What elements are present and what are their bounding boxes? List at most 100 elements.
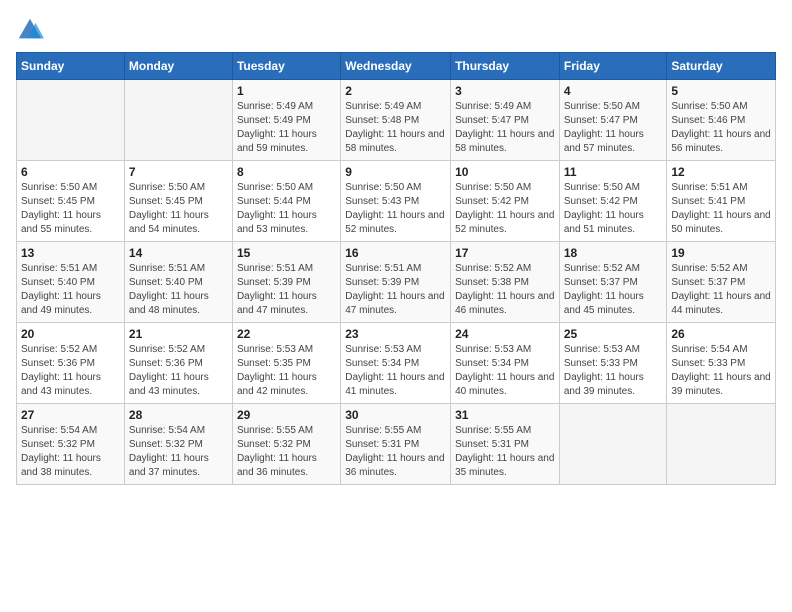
calendar-cell: 17 Sunrise: 5:52 AM Sunset: 5:38 PM Dayli…: [451, 242, 560, 323]
calendar-cell: 11Sunrise: 5:50 AM Sunset: 5:42 PM Dayli…: [559, 161, 667, 242]
calendar-cell: 5 Sunrise: 5:50 AM Sunset: 5:46 PM Daylig…: [667, 80, 776, 161]
calendar-cell: 7 Sunrise: 5:50 AM Sunset: 5:45 PM Daylig…: [124, 161, 232, 242]
day-detail: Sunrise: 5:51 AM Sunset: 5:40 PM Dayligh…: [129, 262, 228, 318]
day-detail: Sunrise: 5:49 AM Sunset: 5:48 PM Dayligh…: [345, 100, 446, 156]
calendar-cell: 1 Sunrise: 5:49 AM Sunset: 5:49 PM Daylig…: [232, 80, 340, 161]
day-number: 9: [345, 165, 446, 179]
calendar-cell: 29 Sunrise: 5:55 AM Sunset: 5:32 PM Dayli…: [232, 404, 340, 485]
calendar-body: 1 Sunrise: 5:49 AM Sunset: 5:49 PM Daylig…: [17, 80, 776, 485]
day-number: 28: [129, 408, 228, 422]
calendar-cell: 9 Sunrise: 5:50 AM Sunset: 5:43 PM Daylig…: [341, 161, 451, 242]
day-detail: Sunrise: 5:51 AM Sunset: 5:39 PM Dayligh…: [345, 262, 446, 318]
day-detail: Sunrise: 5:50 AM Sunset: 5:45 PM Dayligh…: [21, 181, 120, 237]
day-detail: Sunrise: 5:50 AM Sunset: 5:46 PM Dayligh…: [671, 100, 771, 156]
calendar-cell: 18 Sunrise: 5:52 AM Sunset: 5:37 PM Dayli…: [559, 242, 667, 323]
day-number: 16: [345, 246, 446, 260]
day-detail: Sunrise: 5:52 AM Sunset: 5:38 PM Dayligh…: [455, 262, 555, 318]
calendar-cell: 19 Sunrise: 5:52 AM Sunset: 5:37 PM Dayli…: [667, 242, 776, 323]
day-number: 3: [455, 84, 555, 98]
day-detail: Sunrise: 5:50 AM Sunset: 5:45 PM Dayligh…: [129, 181, 228, 237]
day-number: 26: [671, 327, 771, 341]
calendar-cell: 10 Sunrise: 5:50 AM Sunset: 5:42 PM Dayli…: [451, 161, 560, 242]
day-number: 25: [564, 327, 663, 341]
calendar-cell: 12 Sunrise: 5:51 AM Sunset: 5:41 PM Dayli…: [667, 161, 776, 242]
calendar-cell: 22Sunrise: 5:53 AM Sunset: 5:35 PM Dayli…: [232, 323, 340, 404]
day-detail: Sunrise: 5:52 AM Sunset: 5:37 PM Dayligh…: [671, 262, 771, 318]
calendar-week-1: 1 Sunrise: 5:49 AM Sunset: 5:49 PM Daylig…: [17, 80, 776, 161]
day-detail: Sunrise: 5:50 AM Sunset: 5:43 PM Dayligh…: [345, 181, 446, 237]
calendar-cell: 16 Sunrise: 5:51 AM Sunset: 5:39 PM Dayli…: [341, 242, 451, 323]
calendar-table: SundayMondayTuesdayWednesdayThursdayFrid…: [16, 52, 776, 485]
calendar-cell: 14 Sunrise: 5:51 AM Sunset: 5:40 PM Dayli…: [124, 242, 232, 323]
calendar-cell: 27 Sunrise: 5:54 AM Sunset: 5:32 PM Dayli…: [17, 404, 125, 485]
day-detail: Sunrise: 5:53 AM Sunset: 5:34 PM Dayligh…: [455, 343, 555, 399]
day-number: 29: [237, 408, 336, 422]
day-detail: Sunrise: 5:50 AM Sunset: 5:47 PM Dayligh…: [564, 100, 663, 156]
weekday-header-sunday: Sunday: [17, 53, 125, 80]
day-detail: Sunrise: 5:51 AM Sunset: 5:40 PM Dayligh…: [21, 262, 120, 318]
day-detail: Sunrise: 5:50 AM Sunset: 5:42 PM Dayligh…: [455, 181, 555, 237]
day-detail: Sunrise: 5:54 AM Sunset: 5:33 PM Dayligh…: [671, 343, 771, 399]
calendar-week-3: 13 Sunrise: 5:51 AM Sunset: 5:40 PM Dayli…: [17, 242, 776, 323]
day-number: 14: [129, 246, 228, 260]
calendar-cell: 31Sunrise: 5:55 AM Sunset: 5:31 PM Dayli…: [451, 404, 560, 485]
calendar-week-4: 20 Sunrise: 5:52 AM Sunset: 5:36 PM Dayli…: [17, 323, 776, 404]
calendar-cell: [667, 404, 776, 485]
day-number: 24: [455, 327, 555, 341]
day-detail: Sunrise: 5:51 AM Sunset: 5:41 PM Dayligh…: [671, 181, 771, 237]
calendar-cell: 4 Sunrise: 5:50 AM Sunset: 5:47 PM Daylig…: [559, 80, 667, 161]
day-number: 23: [345, 327, 446, 341]
day-number: 6: [21, 165, 120, 179]
day-detail: Sunrise: 5:51 AM Sunset: 5:39 PM Dayligh…: [237, 262, 336, 318]
page-header: [16, 16, 776, 44]
day-detail: Sunrise: 5:52 AM Sunset: 5:37 PM Dayligh…: [564, 262, 663, 318]
calendar-cell: [559, 404, 667, 485]
calendar-cell: 30Sunrise: 5:55 AM Sunset: 5:31 PM Dayli…: [341, 404, 451, 485]
day-number: 10: [455, 165, 555, 179]
weekday-header-monday: Monday: [124, 53, 232, 80]
weekday-header-friday: Friday: [559, 53, 667, 80]
day-number: 13: [21, 246, 120, 260]
day-number: 20: [21, 327, 120, 341]
day-detail: Sunrise: 5:54 AM Sunset: 5:32 PM Dayligh…: [129, 424, 228, 480]
day-detail: Sunrise: 5:54 AM Sunset: 5:32 PM Dayligh…: [21, 424, 120, 480]
day-detail: Sunrise: 5:49 AM Sunset: 5:49 PM Dayligh…: [237, 100, 336, 156]
calendar-cell: 26 Sunrise: 5:54 AM Sunset: 5:33 PM Dayli…: [667, 323, 776, 404]
calendar-cell: 15 Sunrise: 5:51 AM Sunset: 5:39 PM Dayli…: [232, 242, 340, 323]
calendar-cell: 20 Sunrise: 5:52 AM Sunset: 5:36 PM Dayli…: [17, 323, 125, 404]
calendar-week-2: 6 Sunrise: 5:50 AM Sunset: 5:45 PM Daylig…: [17, 161, 776, 242]
calendar-cell: 8 Sunrise: 5:50 AM Sunset: 5:44 PM Daylig…: [232, 161, 340, 242]
day-detail: Sunrise: 5:53 AM Sunset: 5:34 PM Dayligh…: [345, 343, 446, 399]
day-number: 17: [455, 246, 555, 260]
weekday-header-saturday: Saturday: [667, 53, 776, 80]
day-number: 4: [564, 84, 663, 98]
day-number: 15: [237, 246, 336, 260]
day-number: 8: [237, 165, 336, 179]
calendar-cell: 6 Sunrise: 5:50 AM Sunset: 5:45 PM Daylig…: [17, 161, 125, 242]
calendar-cell: 21 Sunrise: 5:52 AM Sunset: 5:36 PM Dayli…: [124, 323, 232, 404]
calendar-cell: 23 Sunrise: 5:53 AM Sunset: 5:34 PM Dayli…: [341, 323, 451, 404]
day-number: 19: [671, 246, 771, 260]
calendar-cell: [124, 80, 232, 161]
day-number: 5: [671, 84, 771, 98]
calendar-week-5: 27 Sunrise: 5:54 AM Sunset: 5:32 PM Dayli…: [17, 404, 776, 485]
day-number: 7: [129, 165, 228, 179]
calendar-cell: 3Sunrise: 5:49 AM Sunset: 5:47 PM Daylig…: [451, 80, 560, 161]
day-number: 21: [129, 327, 228, 341]
day-detail: Sunrise: 5:52 AM Sunset: 5:36 PM Dayligh…: [21, 343, 120, 399]
day-detail: Sunrise: 5:55 AM Sunset: 5:32 PM Dayligh…: [237, 424, 336, 480]
day-number: 12: [671, 165, 771, 179]
weekday-header-tuesday: Tuesday: [232, 53, 340, 80]
day-detail: Sunrise: 5:50 AM Sunset: 5:42 PM Dayligh…: [564, 181, 663, 237]
day-detail: Sunrise: 5:55 AM Sunset: 5:31 PM Dayligh…: [345, 424, 446, 480]
calendar-cell: 25Sunrise: 5:53 AM Sunset: 5:33 PM Dayli…: [559, 323, 667, 404]
calendar-cell: 2Sunrise: 5:49 AM Sunset: 5:48 PM Daylig…: [341, 80, 451, 161]
calendar-cell: 28 Sunrise: 5:54 AM Sunset: 5:32 PM Dayli…: [124, 404, 232, 485]
calendar-cell: [17, 80, 125, 161]
day-number: 27: [21, 408, 120, 422]
day-detail: Sunrise: 5:52 AM Sunset: 5:36 PM Dayligh…: [129, 343, 228, 399]
day-number: 18: [564, 246, 663, 260]
day-number: 1: [237, 84, 336, 98]
weekday-header-wednesday: Wednesday: [341, 53, 451, 80]
day-detail: Sunrise: 5:50 AM Sunset: 5:44 PM Dayligh…: [237, 181, 336, 237]
